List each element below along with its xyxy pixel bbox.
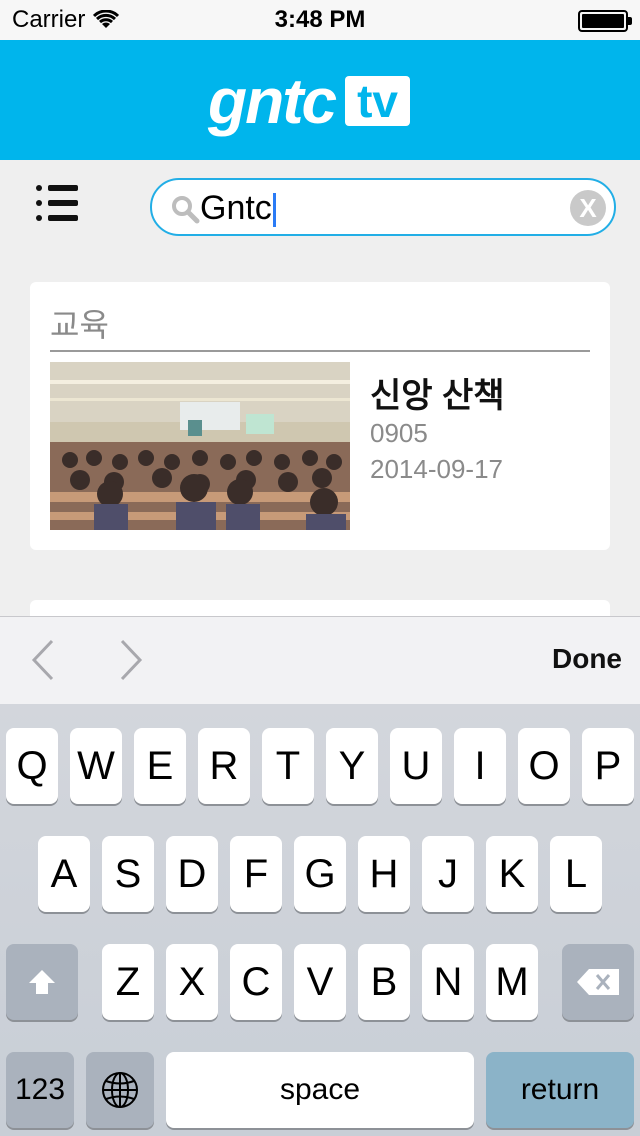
key-a[interactable]: A — [38, 836, 90, 912]
search-icon — [172, 196, 200, 224]
section-divider — [50, 350, 590, 352]
backspace-icon — [577, 969, 619, 995]
logo-badge: tv — [345, 76, 410, 126]
backspace-key[interactable] — [562, 944, 634, 1020]
text-caret — [272, 193, 276, 228]
key-p[interactable]: P — [582, 728, 634, 804]
key-q[interactable]: Q — [6, 728, 58, 804]
video-date: 2014-09-17 — [370, 454, 503, 484]
app-header: gntc tv — [0, 40, 640, 160]
key-g[interactable]: G — [294, 836, 346, 912]
logo-text: gntc — [208, 65, 337, 137]
key-j[interactable]: J — [422, 836, 474, 912]
key-o[interactable]: O — [518, 728, 570, 804]
key-k[interactable]: K — [486, 836, 538, 912]
video-title[interactable]: 신앙 산책 — [370, 368, 505, 417]
keyboard-accessory-bar: Done — [0, 616, 640, 704]
done-button[interactable]: Done — [552, 643, 622, 675]
status-time: 3:48 PM — [274, 6, 366, 33]
key-u[interactable]: U — [390, 728, 442, 804]
next-field-icon[interactable] — [108, 637, 154, 683]
shift-arrow-icon — [29, 970, 55, 994]
key-h[interactable]: H — [358, 836, 410, 912]
key-s[interactable]: S — [102, 836, 154, 912]
section-title: 교육 — [50, 307, 109, 343]
space-key[interactable]: space — [166, 1052, 474, 1128]
video-thumbnail[interactable] — [50, 362, 350, 530]
globe-key[interactable] — [86, 1052, 154, 1128]
key-r[interactable]: R — [198, 728, 250, 804]
search-input-text: Gntc — [200, 189, 272, 227]
key-f[interactable]: F — [230, 836, 282, 912]
globe-icon — [102, 1072, 138, 1108]
key-l[interactable]: L — [550, 836, 602, 912]
key-t[interactable]: T — [262, 728, 314, 804]
shift-key[interactable] — [6, 944, 78, 1020]
key-n[interactable]: N — [422, 944, 474, 1020]
clear-search-button[interactable]: X — [570, 190, 606, 226]
result-card: 교육 신앙 산책 0905 2014-09-17 — [30, 282, 610, 550]
battery-icon — [578, 10, 632, 32]
key-c[interactable]: C — [230, 944, 282, 1020]
return-key[interactable]: return — [486, 1052, 634, 1128]
key-b[interactable]: B — [358, 944, 410, 1020]
search-input[interactable]: Gntc — [200, 188, 276, 228]
key-v[interactable]: V — [294, 944, 346, 1020]
app-logo: gntc tv — [208, 66, 410, 136]
numbers-key[interactable]: 123 — [6, 1052, 74, 1128]
search-field[interactable]: Gntc X — [150, 178, 616, 236]
status-bar: Carrier 3:48 PM — [0, 0, 640, 40]
key-x[interactable]: X — [166, 944, 218, 1020]
key-m[interactable]: M — [486, 944, 538, 1020]
menu-button[interactable] — [36, 184, 78, 224]
key-e[interactable]: E — [134, 728, 186, 804]
key-d[interactable]: D — [166, 836, 218, 912]
key-w[interactable]: W — [70, 728, 122, 804]
key-i[interactable]: I — [454, 728, 506, 804]
video-code: 0905 — [370, 418, 428, 448]
previous-field-icon[interactable] — [22, 637, 68, 683]
onscreen-keyboard: Q W E R T Y U I O P A S D F G H J K L Z … — [0, 704, 640, 1136]
key-z[interactable]: Z — [102, 944, 154, 1020]
key-y[interactable]: Y — [326, 728, 378, 804]
